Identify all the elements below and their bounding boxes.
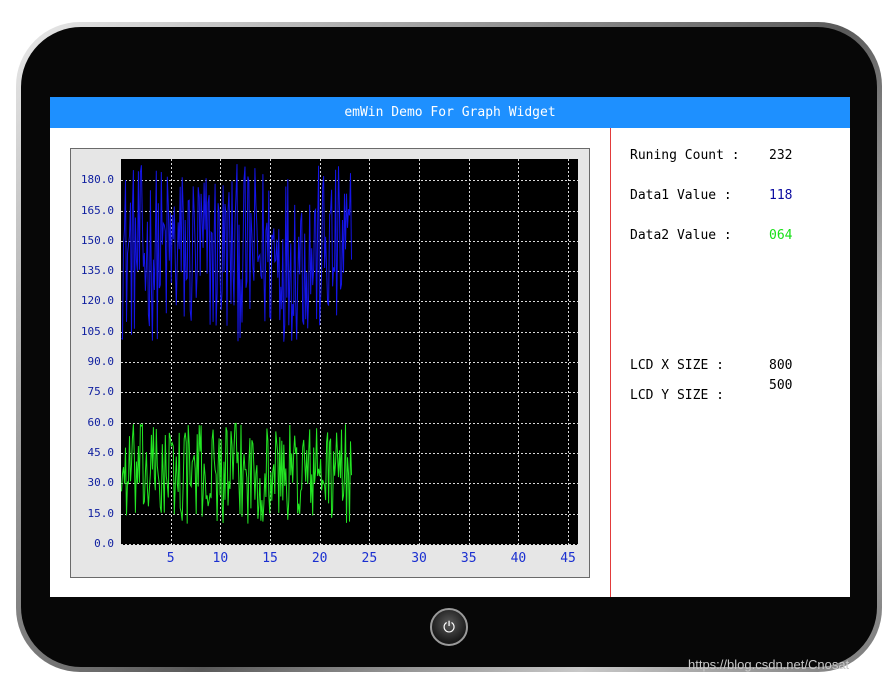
x-tick-label: 5 xyxy=(166,551,175,566)
y-tick-label: 60.0 xyxy=(87,415,115,429)
series-1-line xyxy=(121,164,352,342)
data1-label: Data1 Value : xyxy=(630,188,732,203)
y-tick-label: 30.0 xyxy=(87,476,115,490)
y-tick-label: 45.0 xyxy=(87,446,115,460)
graph-plot-area xyxy=(121,159,578,545)
series-2-line xyxy=(121,422,352,524)
y-tick-label: 75.0 xyxy=(87,385,115,399)
running-count-value: 232 xyxy=(769,148,793,163)
data2-value: 064 xyxy=(769,228,793,243)
y-tick-label: 165.0 xyxy=(80,203,114,217)
lcd-x-size-label: LCD X SIZE : xyxy=(630,358,724,373)
home-button[interactable]: ⏻ xyxy=(430,608,468,646)
lcd-screen: emWin Demo For Graph Widget 180.0 165.0 15… xyxy=(50,97,850,597)
y-tick-label: 120.0 xyxy=(80,294,114,308)
y-tick-label: 90.0 xyxy=(87,355,115,369)
panel-divider xyxy=(610,128,611,597)
x-tick-label: 40 xyxy=(510,551,527,566)
y-tick-label: 180.0 xyxy=(80,173,114,187)
x-tick-label: 30 xyxy=(411,551,427,566)
lcd-x-size-value: 800 xyxy=(769,358,793,373)
lcd-y-size-value: 500 xyxy=(769,378,793,393)
x-tick-label: 45 xyxy=(560,551,576,566)
window-title: emWin Demo For Graph Widget xyxy=(50,97,850,128)
y-tick-label: 15.0 xyxy=(87,506,115,520)
data2-label: Data2 Value : xyxy=(630,228,732,243)
x-tick-label: 10 xyxy=(212,551,229,566)
graph-svg xyxy=(121,159,578,545)
x-tick-label: 35 xyxy=(460,551,477,566)
watermark: https://blog.csdn.net/Cnosat xyxy=(688,657,850,672)
lcd-y-size-label: LCD Y SIZE : xyxy=(630,388,724,403)
power-icon: ⏻ xyxy=(443,618,455,636)
y-tick-label: 135.0 xyxy=(80,264,114,278)
x-tick-label: 20 xyxy=(311,551,328,566)
x-tick-label: 25 xyxy=(361,551,378,566)
y-tick-label: 150.0 xyxy=(80,233,114,247)
running-count-label: Runing Count : xyxy=(630,148,740,163)
x-tick-label: 15 xyxy=(262,551,278,566)
y-tick-label: 0.0 xyxy=(94,537,114,550)
y-tick-label: 105.0 xyxy=(80,324,114,338)
data1-value: 118 xyxy=(769,188,793,203)
